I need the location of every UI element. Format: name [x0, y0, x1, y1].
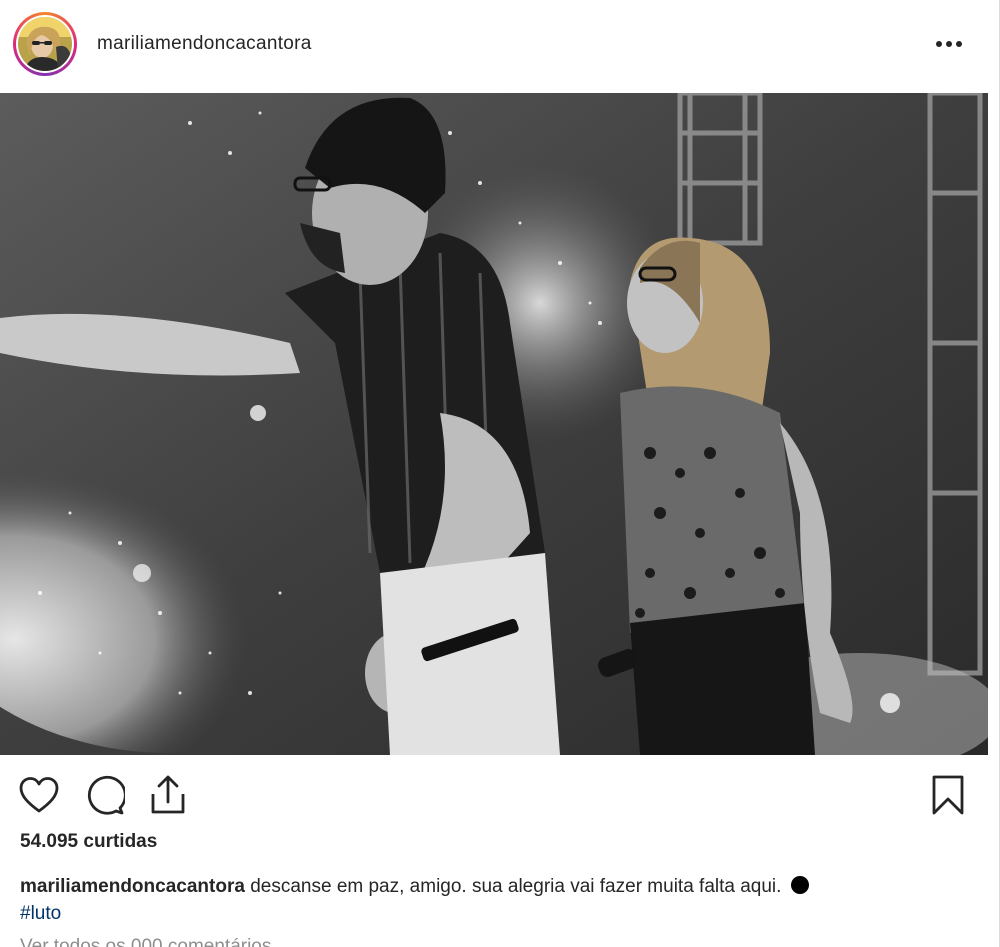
post-image [0, 93, 988, 755]
more-horizontal-icon [936, 41, 962, 47]
avatar-border [16, 15, 74, 73]
header-username[interactable]: mariliamendoncacantora [97, 33, 312, 55]
like-button[interactable] [17, 773, 61, 817]
post-actions [0, 755, 1000, 835]
save-button[interactable] [926, 773, 970, 817]
likes-count[interactable]: 54.095 curtidas [20, 831, 157, 853]
black-circle-emoji [790, 876, 809, 894]
avatar[interactable] [18, 17, 72, 71]
bookmark-icon [932, 775, 964, 815]
post-photo[interactable] [0, 93, 988, 755]
instagram-post: mariliamendoncacantora 54.095 curtidas m… [0, 0, 1000, 947]
view-comments-link[interactable]: Ver todos os 000 comentários [20, 936, 271, 947]
comment-icon [87, 775, 125, 815]
heart-icon [19, 777, 59, 813]
post-header: mariliamendoncacantora [0, 0, 1000, 92]
more-options-button[interactable] [934, 30, 964, 58]
share-button[interactable] [146, 773, 190, 817]
avatar-ring[interactable] [13, 12, 77, 76]
caption-username[interactable]: mariliamendoncacantora [20, 876, 245, 897]
comment-button[interactable] [82, 773, 126, 817]
caption-text: descanse em paz, amigo. sua alegria vai … [244, 876, 787, 897]
hashtag-link[interactable]: #luto [20, 903, 61, 924]
share-icon [151, 775, 185, 814]
avatar-image [18, 17, 72, 71]
post-caption: mariliamendoncacantora descanse em paz, … [20, 873, 980, 927]
